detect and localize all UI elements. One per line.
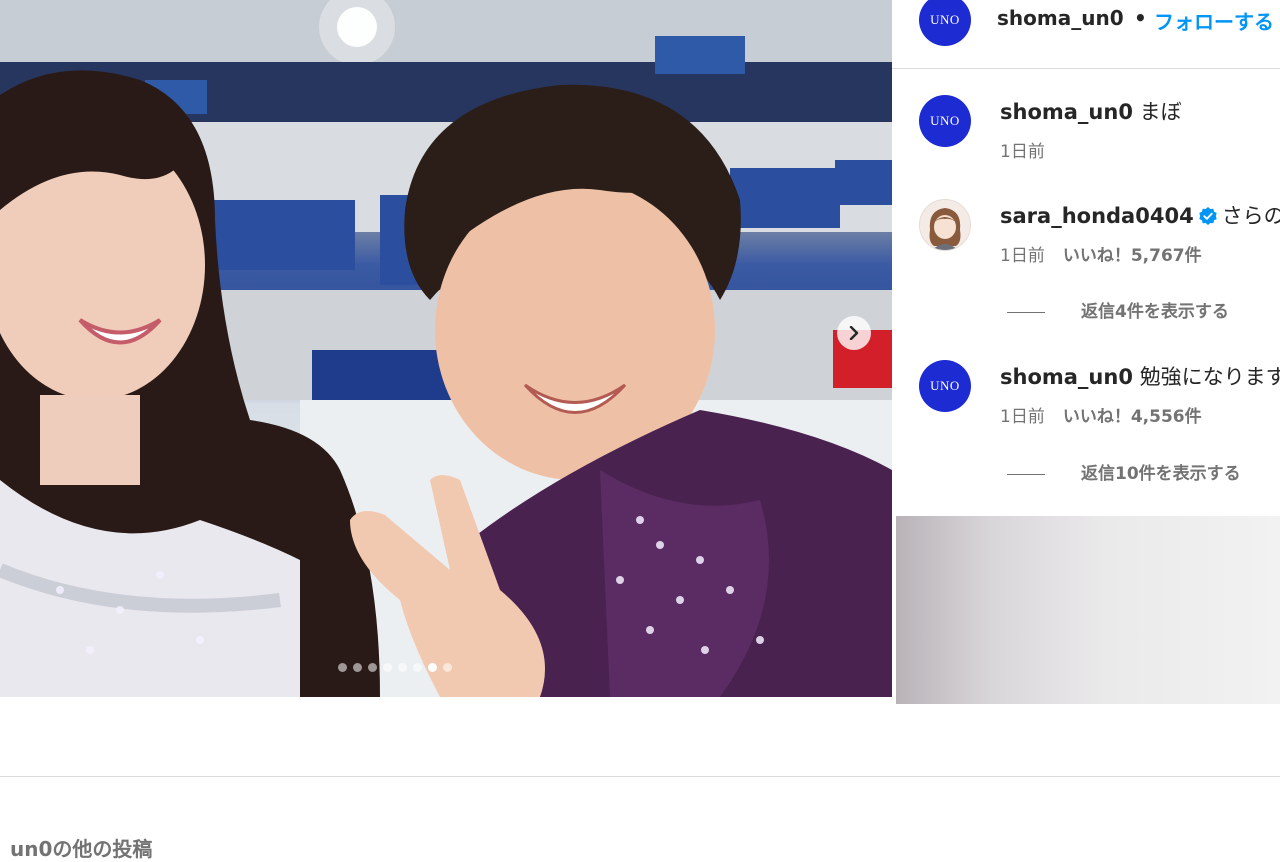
post-side-panel: UNO shoma_un0 • フォローする UNO shoma_un0 まぼ …: [892, 0, 1280, 704]
commenter-avatar[interactable]: [919, 199, 971, 251]
comment-likes[interactable]: いいね！4,556件: [1063, 407, 1202, 427]
illustrated-avatar-icon: [920, 200, 970, 250]
commenter-username[interactable]: shoma_un0: [1000, 365, 1133, 389]
carousel-dot: [338, 663, 347, 672]
comment-text-line: shoma_un0 まぼ: [1000, 96, 1182, 126]
header-separator: •: [1134, 6, 1147, 30]
view-replies-button[interactable]: 返信10件を表示する: [1007, 459, 1241, 484]
section-divider: [0, 776, 1280, 777]
chevron-right-icon: [849, 326, 859, 340]
comment-time[interactable]: 1日前: [1000, 407, 1045, 427]
comment-body: 勉強になります: [1139, 365, 1280, 389]
commenter-avatar[interactable]: UNO: [919, 360, 971, 412]
comment-time[interactable]: 1日前: [1000, 142, 1045, 162]
carousel-dot-active: [428, 663, 437, 672]
comment-body: さらの: [1221, 204, 1280, 228]
verified-badge-icon: [1198, 207, 1217, 225]
carousel-dot: [383, 663, 392, 672]
carousel-dot: [398, 663, 407, 672]
author-username[interactable]: shoma_un0: [997, 6, 1124, 30]
author-avatar[interactable]: UNO: [919, 0, 971, 46]
carousel-dot: [353, 663, 362, 672]
carousel-dot: [443, 663, 452, 672]
comment-body: まぼ: [1139, 100, 1182, 124]
commenter-username[interactable]: shoma_un0: [1000, 100, 1133, 124]
comment-time[interactable]: 1日前: [1000, 246, 1045, 266]
commenter-avatar[interactable]: UNO: [919, 95, 971, 147]
post-photo: [0, 0, 892, 697]
comment-meta: 1日前: [1000, 137, 1045, 162]
comment-likes[interactable]: いいね！5,767件: [1063, 246, 1202, 266]
comment-meta: 1日前 いいね！4,556件: [1000, 402, 1202, 427]
view-replies-button[interactable]: 返信4件を表示する: [1007, 297, 1229, 322]
carousel-dot: [368, 663, 377, 672]
blurred-overlay: [896, 516, 1280, 704]
comment-text-line: shoma_un0 勉強になります: [1000, 361, 1280, 391]
comment-text-line: sara_honda0404 さらの: [1000, 200, 1280, 230]
commenter-username[interactable]: sara_honda0404: [1000, 204, 1194, 228]
carousel-indicator: [338, 663, 452, 672]
view-replies-label: 返信10件を表示する: [1081, 464, 1241, 484]
more-posts-heading: un0の他の投稿: [10, 837, 153, 861]
post-header: UNO shoma_un0 • フォローする: [892, 0, 1280, 69]
comment-meta: 1日前 いいね！5,767件: [1000, 241, 1202, 266]
replies-divider: [1007, 311, 1045, 313]
carousel-next-button[interactable]: [837, 316, 871, 350]
carousel-dot: [413, 663, 422, 672]
photo-illustration: [0, 0, 892, 697]
follow-button[interactable]: フォローする: [1154, 6, 1274, 35]
view-replies-label: 返信4件を表示する: [1081, 302, 1229, 322]
replies-divider: [1007, 473, 1045, 475]
